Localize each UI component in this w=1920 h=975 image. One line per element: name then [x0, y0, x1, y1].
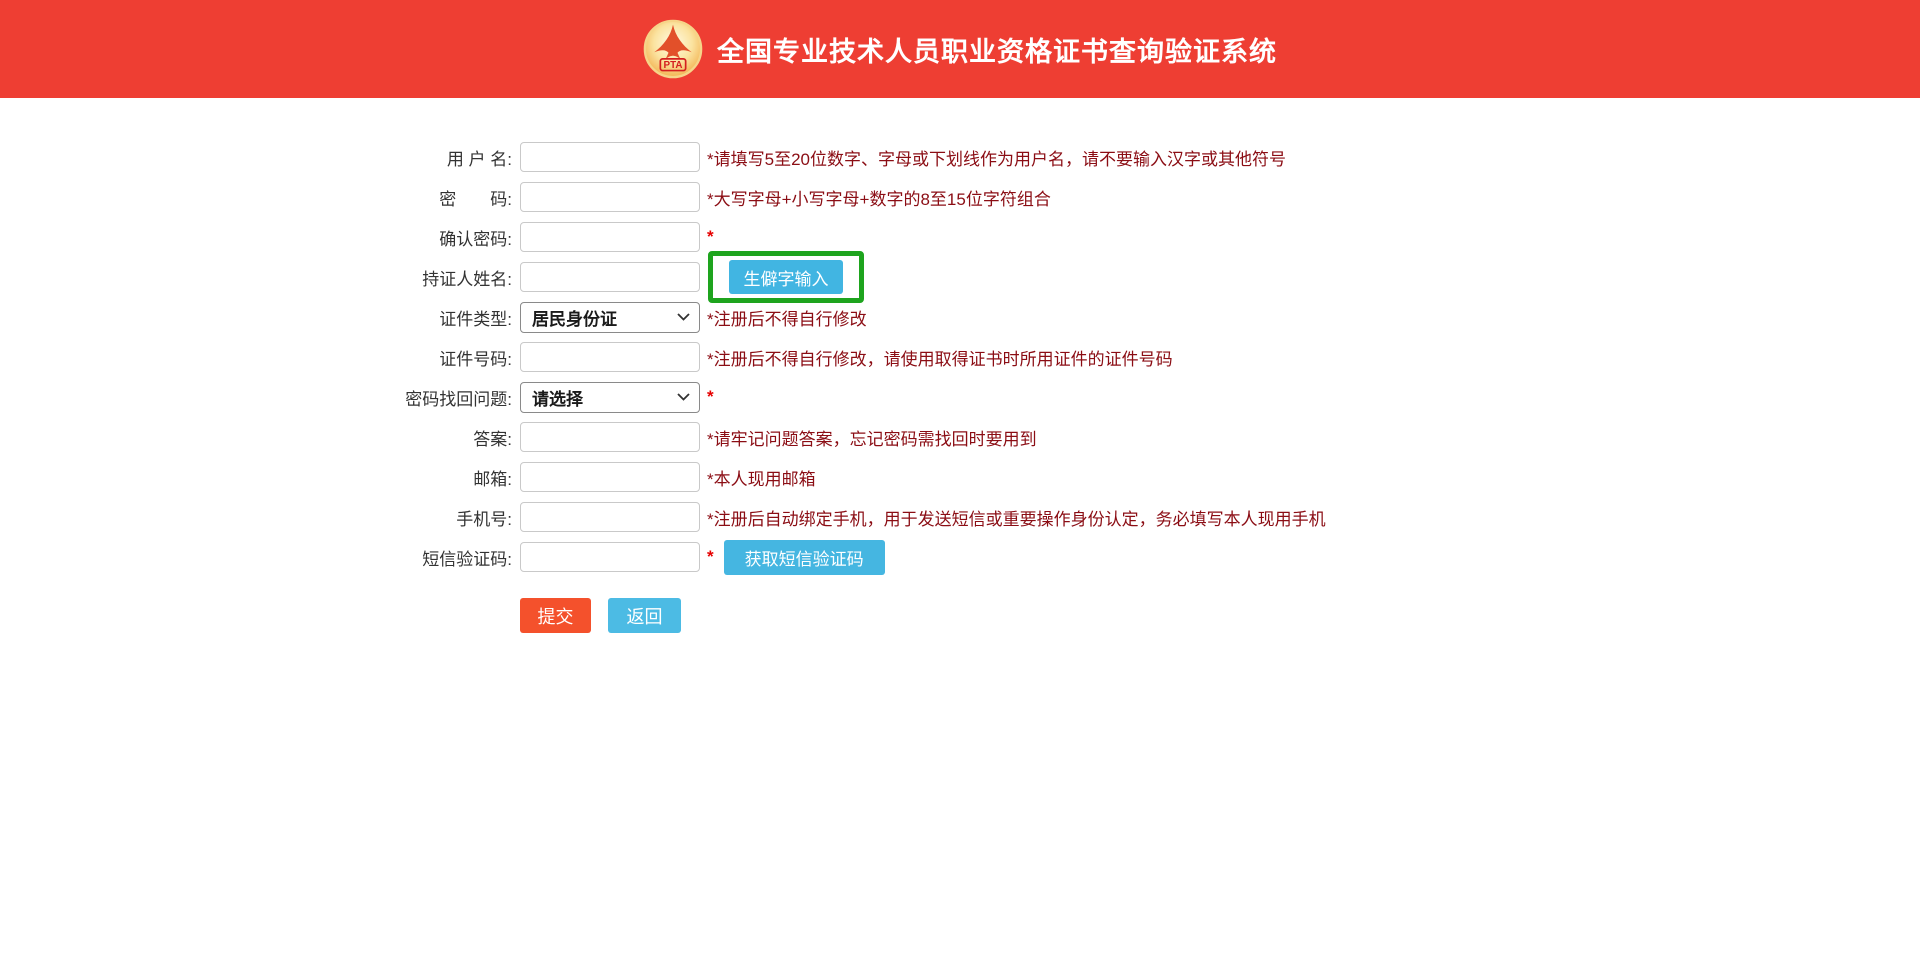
answer-hint: *请牢记问题答案，忘记密码需找回时要用到 — [707, 425, 1037, 450]
form-row-id-type: 证件类型: 居民身份证 *注册后不得自行修改 — [0, 297, 1920, 337]
email-label: 邮箱: — [0, 465, 512, 490]
logo-text: PTA — [664, 60, 683, 71]
form-row-email: 邮箱: *本人现用邮箱 — [0, 457, 1920, 497]
mobile-label: 手机号: — [0, 505, 512, 530]
get-sms-code-button[interactable]: 获取短信验证码 — [724, 540, 885, 575]
form-row-holder-name: 持证人姓名: 生僻字输入 — [0, 257, 1920, 297]
form-row-sms-code: 短信验证码: * 获取短信验证码 — [0, 537, 1920, 577]
id-type-label: 证件类型: — [0, 305, 512, 330]
security-question-selected-value: 请选择 — [532, 385, 583, 410]
pta-logo: PTA — [643, 19, 703, 79]
highlight-box: 生僻字输入 — [708, 251, 864, 303]
security-question-required: * — [707, 387, 714, 407]
submit-button[interactable]: 提交 — [520, 598, 591, 633]
username-hint: *请填写5至20位数字、字母或下划线作为用户名，请不要输入汉字或其他符号 — [707, 145, 1286, 170]
form-row-confirm-password: 确认密码: * — [0, 217, 1920, 257]
confirm-password-input[interactable] — [520, 222, 700, 252]
page-header: PTA 全国专业技术人员职业资格证书查询验证系统 — [0, 0, 1920, 98]
mobile-hint: *注册后自动绑定手机，用于发送短信或重要操作身份认定，务必填写本人现用手机 — [707, 505, 1326, 530]
id-type-select[interactable]: 居民身份证 — [520, 302, 700, 333]
page-title: 全国专业技术人员职业资格证书查询验证系统 — [717, 30, 1277, 69]
id-type-selected-value: 居民身份证 — [532, 305, 617, 330]
confirm-password-label: 确认密码: — [0, 225, 512, 250]
form-actions: 提交 返回 — [0, 598, 1920, 633]
confirm-password-required: * — [707, 227, 714, 247]
username-label: 用 户 名: — [0, 145, 512, 170]
sms-code-label: 短信验证码: — [0, 545, 512, 570]
sms-code-required: * — [707, 547, 714, 567]
form-row-mobile: 手机号: *注册后自动绑定手机，用于发送短信或重要操作身份认定，务必填写本人现用… — [0, 497, 1920, 537]
holder-name-label: 持证人姓名: — [0, 265, 512, 290]
form-row-password: 密 码: *大写字母+小写字母+数字的8至15位字符组合 — [0, 177, 1920, 217]
pta-logo-graphic: PTA — [643, 19, 703, 79]
chevron-down-icon — [677, 313, 690, 321]
email-hint: *本人现用邮箱 — [707, 465, 816, 490]
id-number-label: 证件号码: — [0, 345, 512, 370]
holder-name-input[interactable] — [520, 262, 700, 292]
security-question-select[interactable]: 请选择 — [520, 382, 700, 413]
password-hint: *大写字母+小写字母+数字的8至15位字符组合 — [707, 185, 1051, 210]
back-button[interactable]: 返回 — [608, 598, 681, 633]
id-number-input[interactable] — [520, 342, 700, 372]
password-label: 密 码: — [0, 185, 512, 210]
sms-code-input[interactable] — [520, 542, 700, 572]
form-row-security-question: 密码找回问题: 请选择 * — [0, 377, 1920, 417]
rare-character-input-button[interactable]: 生僻字输入 — [729, 260, 843, 294]
id-type-hint: *注册后不得自行修改 — [707, 305, 867, 330]
form-row-id-number: 证件号码: *注册后不得自行修改，请使用取得证书时所用证件的证件号码 — [0, 337, 1920, 377]
email-input[interactable] — [520, 462, 700, 492]
password-input[interactable] — [520, 182, 700, 212]
mobile-input[interactable] — [520, 502, 700, 532]
security-question-label: 密码找回问题: — [0, 385, 512, 410]
form-row-username: 用 户 名: *请填写5至20位数字、字母或下划线作为用户名，请不要输入汉字或其… — [0, 137, 1920, 177]
answer-label: 答案: — [0, 425, 512, 450]
registration-form: 用 户 名: *请填写5至20位数字、字母或下划线作为用户名，请不要输入汉字或其… — [0, 137, 1920, 633]
id-number-hint: *注册后不得自行修改，请使用取得证书时所用证件的证件号码 — [707, 345, 1173, 370]
chevron-down-icon — [677, 393, 690, 401]
form-row-answer: 答案: *请牢记问题答案，忘记密码需找回时要用到 — [0, 417, 1920, 457]
answer-input[interactable] — [520, 422, 700, 452]
username-input[interactable] — [520, 142, 700, 172]
